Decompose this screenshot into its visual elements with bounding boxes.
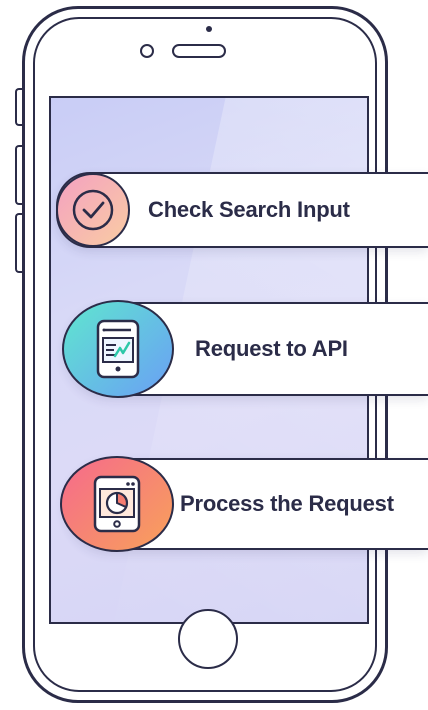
phone-sensor (206, 26, 212, 32)
tablet-pie-chart-icon (60, 456, 174, 552)
step-label: Request to API (195, 336, 348, 361)
checkmark-icon (56, 173, 130, 247)
speaker-grille (172, 44, 226, 58)
home-button[interactable] (178, 609, 238, 669)
step-label: Check Search Input (148, 197, 350, 222)
tablet-chart-icon (62, 300, 174, 398)
camera-icon (140, 44, 154, 58)
step-label: Process the Request (180, 491, 394, 516)
